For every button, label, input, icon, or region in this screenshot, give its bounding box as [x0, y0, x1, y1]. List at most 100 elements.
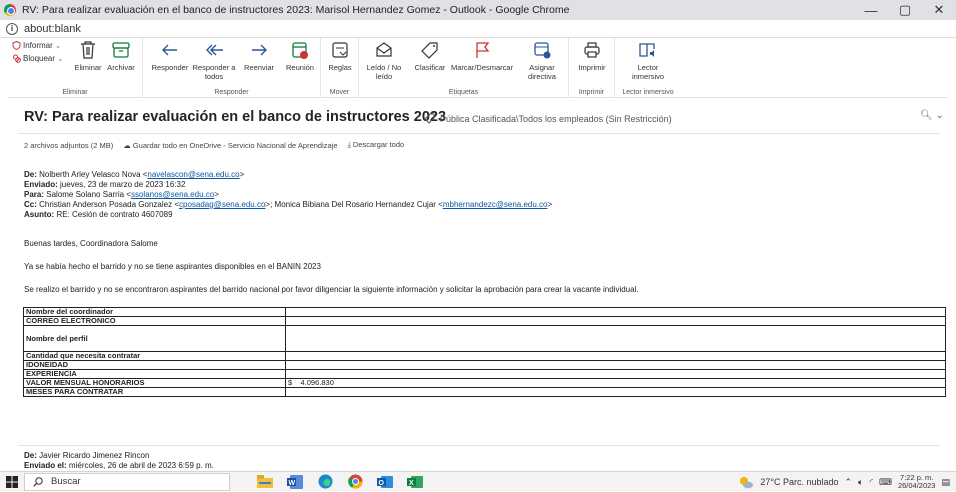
reply-button[interactable]: Responder	[149, 40, 191, 72]
forward-label: Reenviar	[243, 63, 274, 72]
table-cell-value	[285, 360, 946, 370]
trash-icon	[81, 41, 95, 59]
sent-label: Enviado el:	[24, 461, 67, 470]
info-icon[interactable]: i	[6, 22, 18, 35]
tag-icon	[424, 113, 435, 124]
attachments-bar: 2 archivos adjuntos (2 MB) ☁ Guardar tod…	[24, 140, 404, 150]
rules-label: Reglas	[328, 63, 352, 72]
cc-email-link[interactable]: cposadag@sena.edu.co	[179, 200, 265, 209]
table-cell-value	[285, 369, 946, 379]
delete-button[interactable]: Eliminar	[72, 40, 104, 72]
block-label: Bloquear	[23, 54, 56, 63]
reply-all-button[interactable]: Responder a todos	[191, 40, 237, 81]
table-cell-label: Nombre del perfil	[23, 325, 286, 352]
to-email-link[interactable]: ssolanos@sena.edu.co	[131, 190, 214, 199]
search-placeholder: Buscar	[51, 476, 81, 487]
search-icon	[33, 476, 43, 487]
network-icon[interactable]: ◜	[869, 477, 873, 488]
table-row: Cantidad que necesita contratar	[23, 351, 946, 361]
group-label-tags: Etiquetas	[448, 89, 479, 96]
table-row: EXPERIENCIA	[23, 369, 946, 379]
flag-label: Marcar/Desmarcar	[451, 63, 514, 72]
archive-button[interactable]: Archivar	[102, 40, 140, 72]
assign-policy-button[interactable]: Asignar directiva	[517, 40, 567, 81]
save-onedrive-label: Guardar todo en OneDrive - Servicio Naci…	[132, 140, 338, 150]
table-row: CORREO ELECTRONICO	[23, 316, 946, 326]
reply-icon	[162, 44, 177, 56]
divider	[18, 445, 940, 446]
close-button[interactable]: ✕	[922, 2, 956, 18]
cc-email-link[interactable]: mbhernandezc@sena.edu.co	[443, 200, 548, 209]
maximize-button[interactable]: ▢	[888, 2, 922, 18]
print-button[interactable]: Imprimir	[573, 40, 611, 72]
chrome-icon[interactable]	[344, 473, 366, 491]
tag-icon	[421, 42, 438, 59]
group-label-move: Mover	[329, 89, 350, 96]
address-text[interactable]: about:blank	[24, 23, 81, 35]
forwarded-header: De: Nolberth Arley Velasco Nova <navelas…	[24, 170, 552, 220]
read-unread-label: Leído / No leído	[366, 63, 402, 81]
envelope-open-icon	[376, 42, 392, 57]
notifications-icon[interactable]: ▤	[941, 477, 950, 488]
table-cell-value	[285, 316, 946, 326]
minimize-button[interactable]: —	[854, 3, 888, 18]
read-unread-button[interactable]: Leído / No leído	[361, 40, 407, 81]
table-cell-value	[285, 307, 946, 317]
system-tray: 27°C Parc. nublado ⌃ 🔈︎ ◜ ⌨ 7:22 p. m. 2…	[738, 472, 956, 492]
ribbon-group-move: Reglas Mover	[321, 38, 359, 98]
edge-icon[interactable]	[314, 473, 336, 491]
from-email-link[interactable]: navelascon@sena.edu.co	[147, 170, 239, 179]
chevron-up-icon[interactable]: ⌃	[844, 477, 852, 488]
group-label-delete: Eliminar	[62, 89, 88, 96]
weather-text[interactable]: 27°C Parc. nublado	[760, 477, 838, 487]
forward-button[interactable]: Reenviar	[239, 40, 279, 72]
classify-label: Clasificar	[414, 63, 446, 72]
reply-label: Responder	[151, 63, 189, 72]
meeting-button[interactable]: Reunión	[281, 40, 319, 72]
file-explorer-icon[interactable]	[254, 473, 276, 491]
svg-text:W: W	[289, 480, 296, 487]
download-all-link[interactable]: ⤓ Descargar todo	[348, 140, 405, 150]
keyboard-icon[interactable]: ⌨	[879, 477, 892, 488]
classification-text: Pública Clasificada\Todos los empleados …	[440, 113, 672, 124]
rules-button[interactable]: Reglas	[323, 40, 357, 72]
block-button[interactable]: Bloquear ⌄	[12, 54, 64, 63]
group-label-print: Imprimir	[578, 89, 605, 96]
from-name: Javier Ricardo Jimenez Rincon	[39, 451, 150, 460]
start-button[interactable]	[0, 472, 24, 492]
save-onedrive-link[interactable]: ☁ Guardar todo en OneDrive - Servicio Na…	[123, 141, 337, 150]
from-label: De:	[24, 451, 37, 460]
taskbar-search[interactable]: Buscar	[24, 472, 230, 491]
body-line-1: Ya se había hecho el barrido y no se tie…	[24, 262, 321, 271]
report-button[interactable]: Informar ⌄	[12, 41, 62, 50]
previous-message-header: De: Javier Ricardo Jimenez Rincon Enviad…	[24, 451, 214, 471]
bracket: >	[214, 190, 219, 199]
speaker-icon[interactable]: 🔈︎	[858, 477, 863, 488]
outlook-icon[interactable]: O	[374, 473, 396, 491]
ribbon-group-tags: Leído / No leído Clasificar Marcar/Desma…	[359, 38, 569, 98]
flag-button[interactable]: Marcar/Desmarcar	[451, 40, 513, 72]
excel-icon[interactable]: X	[404, 473, 426, 491]
bracket: >	[239, 170, 245, 179]
from-label: De:	[24, 170, 37, 179]
address-bar[interactable]: i about:blank	[0, 20, 956, 38]
table-cell-value: $ 4.096.830	[285, 378, 946, 388]
clock[interactable]: 7:22 p. m. 26/04/2023	[898, 474, 936, 490]
attachments-count[interactable]: 2 archivos adjuntos (2 MB)	[24, 141, 113, 150]
word-icon[interactable]: W	[284, 473, 306, 491]
ribbon-group-delete: Informar ⌄ Bloquear ⌄ Eliminar Archivar El…	[8, 38, 143, 98]
printer-icon	[584, 42, 600, 58]
classify-button[interactable]: Clasificar	[409, 40, 451, 72]
print-label: Imprimir	[578, 63, 606, 72]
table-cell-value	[285, 387, 946, 397]
policy-icon	[534, 42, 551, 59]
to-label: Para:	[24, 190, 45, 199]
zoom-button[interactable]: 🔍︎ ⌄	[920, 110, 944, 121]
archive-label: Archivar	[107, 63, 135, 72]
svg-text:X: X	[409, 480, 414, 487]
download-all-label: Descargar todo	[352, 140, 405, 149]
taskbar: Buscar W O X 27°C Parc. nublado ⌃ 🔈︎ ◜ ⌨…	[0, 471, 956, 491]
weather-icon[interactable]	[738, 475, 754, 489]
svg-text:O: O	[379, 480, 385, 487]
immersive-reader-button[interactable]: Lector inmersivo	[623, 40, 673, 81]
